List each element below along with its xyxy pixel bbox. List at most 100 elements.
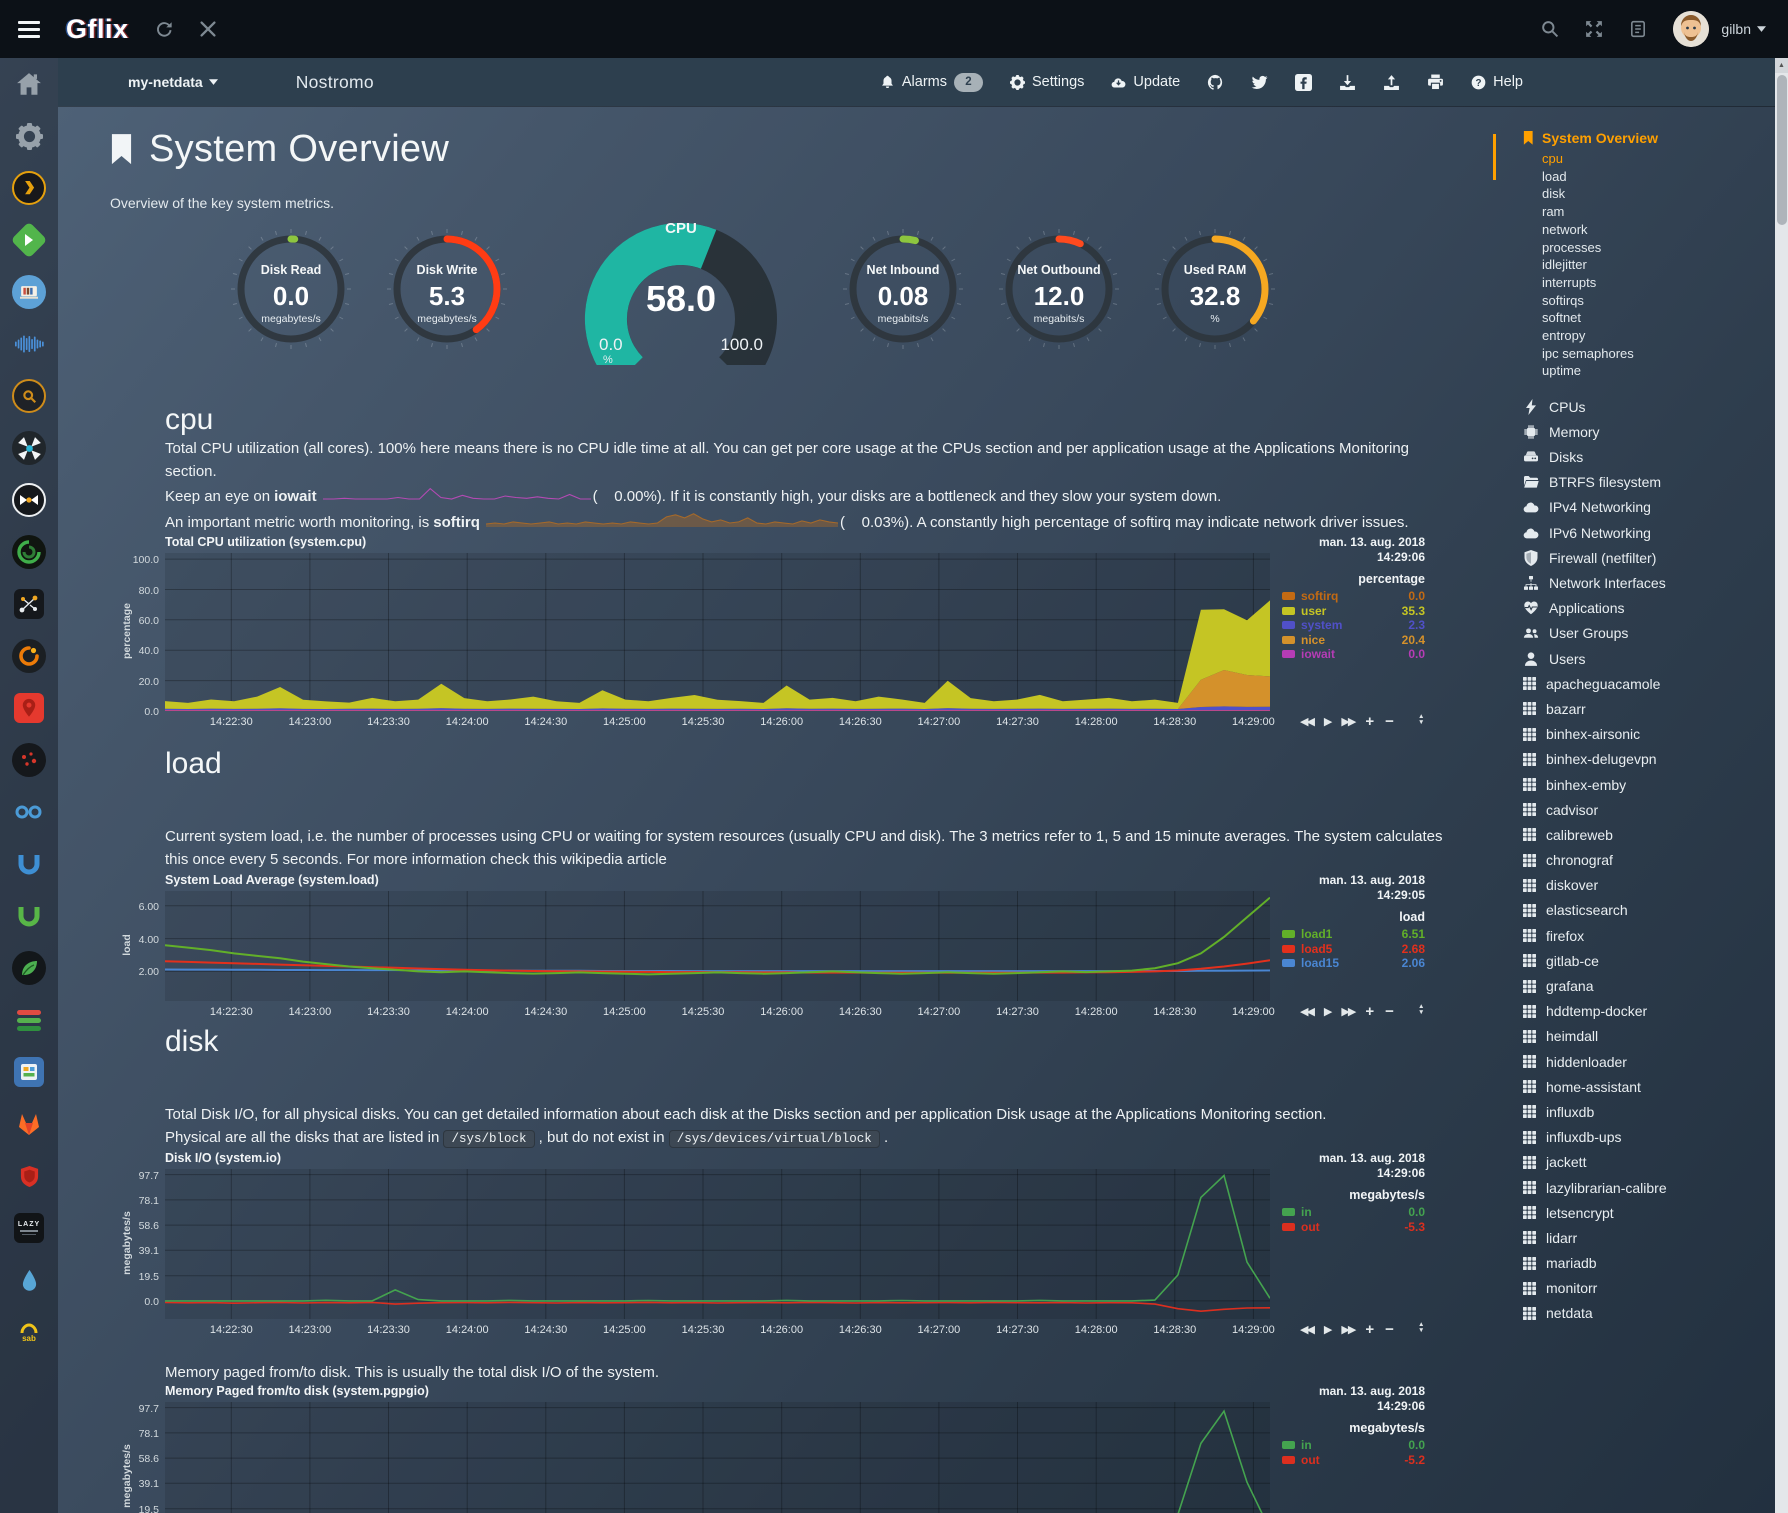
avatar[interactable] (1673, 11, 1709, 47)
sidebar-app-drop-icon[interactable] (0, 1254, 58, 1306)
username[interactable]: gilbn (1721, 21, 1751, 37)
legend-item-load1[interactable]: load16.51 (1282, 927, 1425, 942)
sidebar-app-gitlab-icon[interactable] (0, 1098, 58, 1150)
search-icon[interactable] (1541, 20, 1559, 38)
chart-rewind-button[interactable]: ◀◀ (1300, 715, 1313, 729)
export-snapshot-icon[interactable] (1339, 74, 1356, 91)
nav-section-cpus[interactable]: CPUs (1523, 394, 1775, 419)
chart-zoom-out-button[interactable]: − (1385, 715, 1394, 729)
sidebar-app-nodes-icon[interactable] (0, 578, 58, 630)
nav-app-binhex-airsonic[interactable]: binhex-airsonic (1523, 722, 1775, 747)
nav-item-processes[interactable]: processes (1542, 239, 1775, 257)
sidebar-app-pillbars-icon[interactable] (0, 994, 58, 1046)
nav-app-elasticsearch[interactable]: elasticsearch (1523, 898, 1775, 923)
nav-app-hddtemp-docker[interactable]: hddtemp-docker (1523, 999, 1775, 1024)
chart-resize-handle[interactable]: ▲▼ (1418, 1322, 1424, 1334)
nav-app-chronograf[interactable]: chronograf (1523, 848, 1775, 873)
sidebar-app-waveform-icon[interactable] (0, 318, 58, 370)
nav-app-heimdall[interactable]: heimdall (1523, 1024, 1775, 1049)
nav-section-btrfs-filesystem[interactable]: BTRFS filesystem (1523, 470, 1775, 495)
legend-item-system[interactable]: system2.3 (1282, 618, 1425, 633)
nav-app-diskover[interactable]: diskover (1523, 873, 1775, 898)
user-menu-caret-icon[interactable] (1757, 26, 1766, 32)
nav-item-softirqs[interactable]: softirqs (1542, 292, 1775, 310)
nav-app-netdata[interactable]: netdata (1523, 1301, 1775, 1326)
gauge-disk-read[interactable]: Disk Read0.0megabytes/s (229, 227, 353, 356)
legend-item-load5[interactable]: load52.68 (1282, 942, 1425, 957)
nav-app-grafana[interactable]: grafana (1523, 973, 1775, 998)
sidebar-app-plex-icon[interactable] (0, 162, 58, 214)
nav-app-lazylibrarian-calibre[interactable]: lazylibrarian-calibre (1523, 1175, 1775, 1200)
sidebar-app-bluetile-icon[interactable] (0, 1046, 58, 1098)
changelog-icon[interactable] (1629, 20, 1647, 38)
sidebar-app-gear-icon[interactable] (0, 110, 58, 162)
nav-item-ipc-semaphores[interactable]: ipc semaphores (1542, 345, 1775, 363)
chart-rewind-button[interactable]: ◀◀ (1300, 1323, 1313, 1337)
sidebar-app-leaf-icon[interactable] (0, 942, 58, 994)
sidebar-app-oo-icon[interactable] (0, 786, 58, 838)
nav-app-letsencrypt[interactable]: letsencrypt (1523, 1200, 1775, 1225)
nav-app-binhex-emby[interactable]: binhex-emby (1523, 772, 1775, 797)
chart-rewind-button[interactable]: ◀◀ (1300, 1005, 1313, 1019)
sidebar-app-jackett-icon[interactable] (0, 370, 58, 422)
nav-app-influxdb-ups[interactable]: influxdb-ups (1523, 1125, 1775, 1150)
nav-app-influxdb[interactable]: influxdb (1523, 1099, 1775, 1124)
nav-section-network-interfaces[interactable]: Network Interfaces (1523, 570, 1775, 595)
hamburger-menu-icon[interactable] (0, 21, 58, 38)
chart-play-button[interactable]: ▶ (1324, 1323, 1330, 1337)
chart-resize-handle[interactable]: ▲▼ (1418, 714, 1424, 726)
print-icon[interactable] (1427, 74, 1444, 91)
chart-cpu[interactable]: Total CPU utilization (system.cpu)percen… (118, 535, 1425, 737)
sidebar-app-sab-icon[interactable]: sab (0, 1306, 58, 1358)
settings-button[interactable]: Settings (1010, 74, 1084, 90)
legend-item-nice[interactable]: nice20.4 (1282, 633, 1425, 648)
chart-play-button[interactable]: ▶ (1324, 715, 1330, 729)
chart-resize-handle[interactable]: ▲▼ (1418, 1004, 1424, 1016)
gauge-used-ram[interactable]: Used RAM32.8% (1153, 227, 1277, 356)
sidebar-app-grafana-icon[interactable] (0, 630, 58, 682)
fullscreen-icon[interactable] (1585, 20, 1603, 38)
legend-item-softirq[interactable]: softirq0.0 (1282, 589, 1425, 604)
sidebar-app-redshield-icon[interactable] (0, 1150, 58, 1202)
facebook-icon[interactable] (1295, 74, 1312, 91)
nav-app-bazarr[interactable]: bazarr (1523, 696, 1775, 721)
nav-app-lidarr[interactable]: lidarr (1523, 1225, 1775, 1250)
nav-item-entropy[interactable]: entropy (1542, 327, 1775, 345)
sidebar-app-dots-icon[interactable] (0, 734, 58, 786)
nav-item-load[interactable]: load (1542, 168, 1775, 186)
nav-item-idlejitter[interactable]: idlejitter (1542, 256, 1775, 274)
chart-pgpgio[interactable]: Memory Paged from/to disk (system.pgpgio… (118, 1384, 1425, 1513)
github-icon[interactable] (1207, 74, 1224, 91)
nav-section-ipv4-networking[interactable]: IPv4 Networking (1523, 495, 1775, 520)
nav-item-uptime[interactable]: uptime (1542, 362, 1775, 380)
chart-zoom-out-button[interactable]: − (1385, 1005, 1394, 1019)
nav-app-calibreweb[interactable]: calibreweb (1523, 822, 1775, 847)
chart-forward-button[interactable]: ▶▶ (1341, 1323, 1354, 1337)
gauge-net-outbound[interactable]: Net Outbound12.0megabits/s (997, 227, 1121, 356)
nav-section-user-groups[interactable]: User Groups (1523, 621, 1775, 646)
nav-section-applications[interactable]: Applications (1523, 596, 1775, 621)
scrollbar-up-arrow[interactable]: ▲ (1775, 58, 1788, 73)
close-icon[interactable] (199, 20, 217, 38)
chart-plot-area[interactable] (165, 553, 1270, 711)
nav-section-ipv6-networking[interactable]: IPv6 Networking (1523, 520, 1775, 545)
nav-section-memory[interactable]: Memory (1523, 419, 1775, 444)
nav-item-softnet[interactable]: softnet (1542, 309, 1775, 327)
nav-system-overview[interactable]: System Overview (1523, 130, 1775, 146)
legend-item-iowait[interactable]: iowait0.0 (1282, 647, 1425, 662)
nav-item-disk[interactable]: disk (1542, 185, 1775, 203)
nav-item-network[interactable]: network (1542, 221, 1775, 239)
chart-zoom-in-button[interactable]: + (1365, 1323, 1374, 1337)
sidebar-app-greenu-icon[interactable] (0, 890, 58, 942)
sidebar-app-redpin-icon[interactable] (0, 682, 58, 734)
nav-item-cpu[interactable]: cpu (1542, 150, 1775, 168)
legend-item-out[interactable]: out-5.3 (1282, 1220, 1425, 1235)
nav-item-interrupts[interactable]: interrupts (1542, 274, 1775, 292)
chart-load[interactable]: System Load Average (system.load)load6.0… (118, 873, 1425, 1027)
nav-app-home-assistant[interactable]: home-assistant (1523, 1074, 1775, 1099)
gauge-net-inbound[interactable]: Net Inbound0.08megabits/s (841, 227, 965, 356)
sidebar-app-bowtie-icon[interactable] (0, 474, 58, 526)
nav-section-disks[interactable]: Disks (1523, 445, 1775, 470)
nav-app-mariadb[interactable]: mariadb (1523, 1251, 1775, 1276)
legend-item-in[interactable]: in0.0 (1282, 1205, 1425, 1220)
